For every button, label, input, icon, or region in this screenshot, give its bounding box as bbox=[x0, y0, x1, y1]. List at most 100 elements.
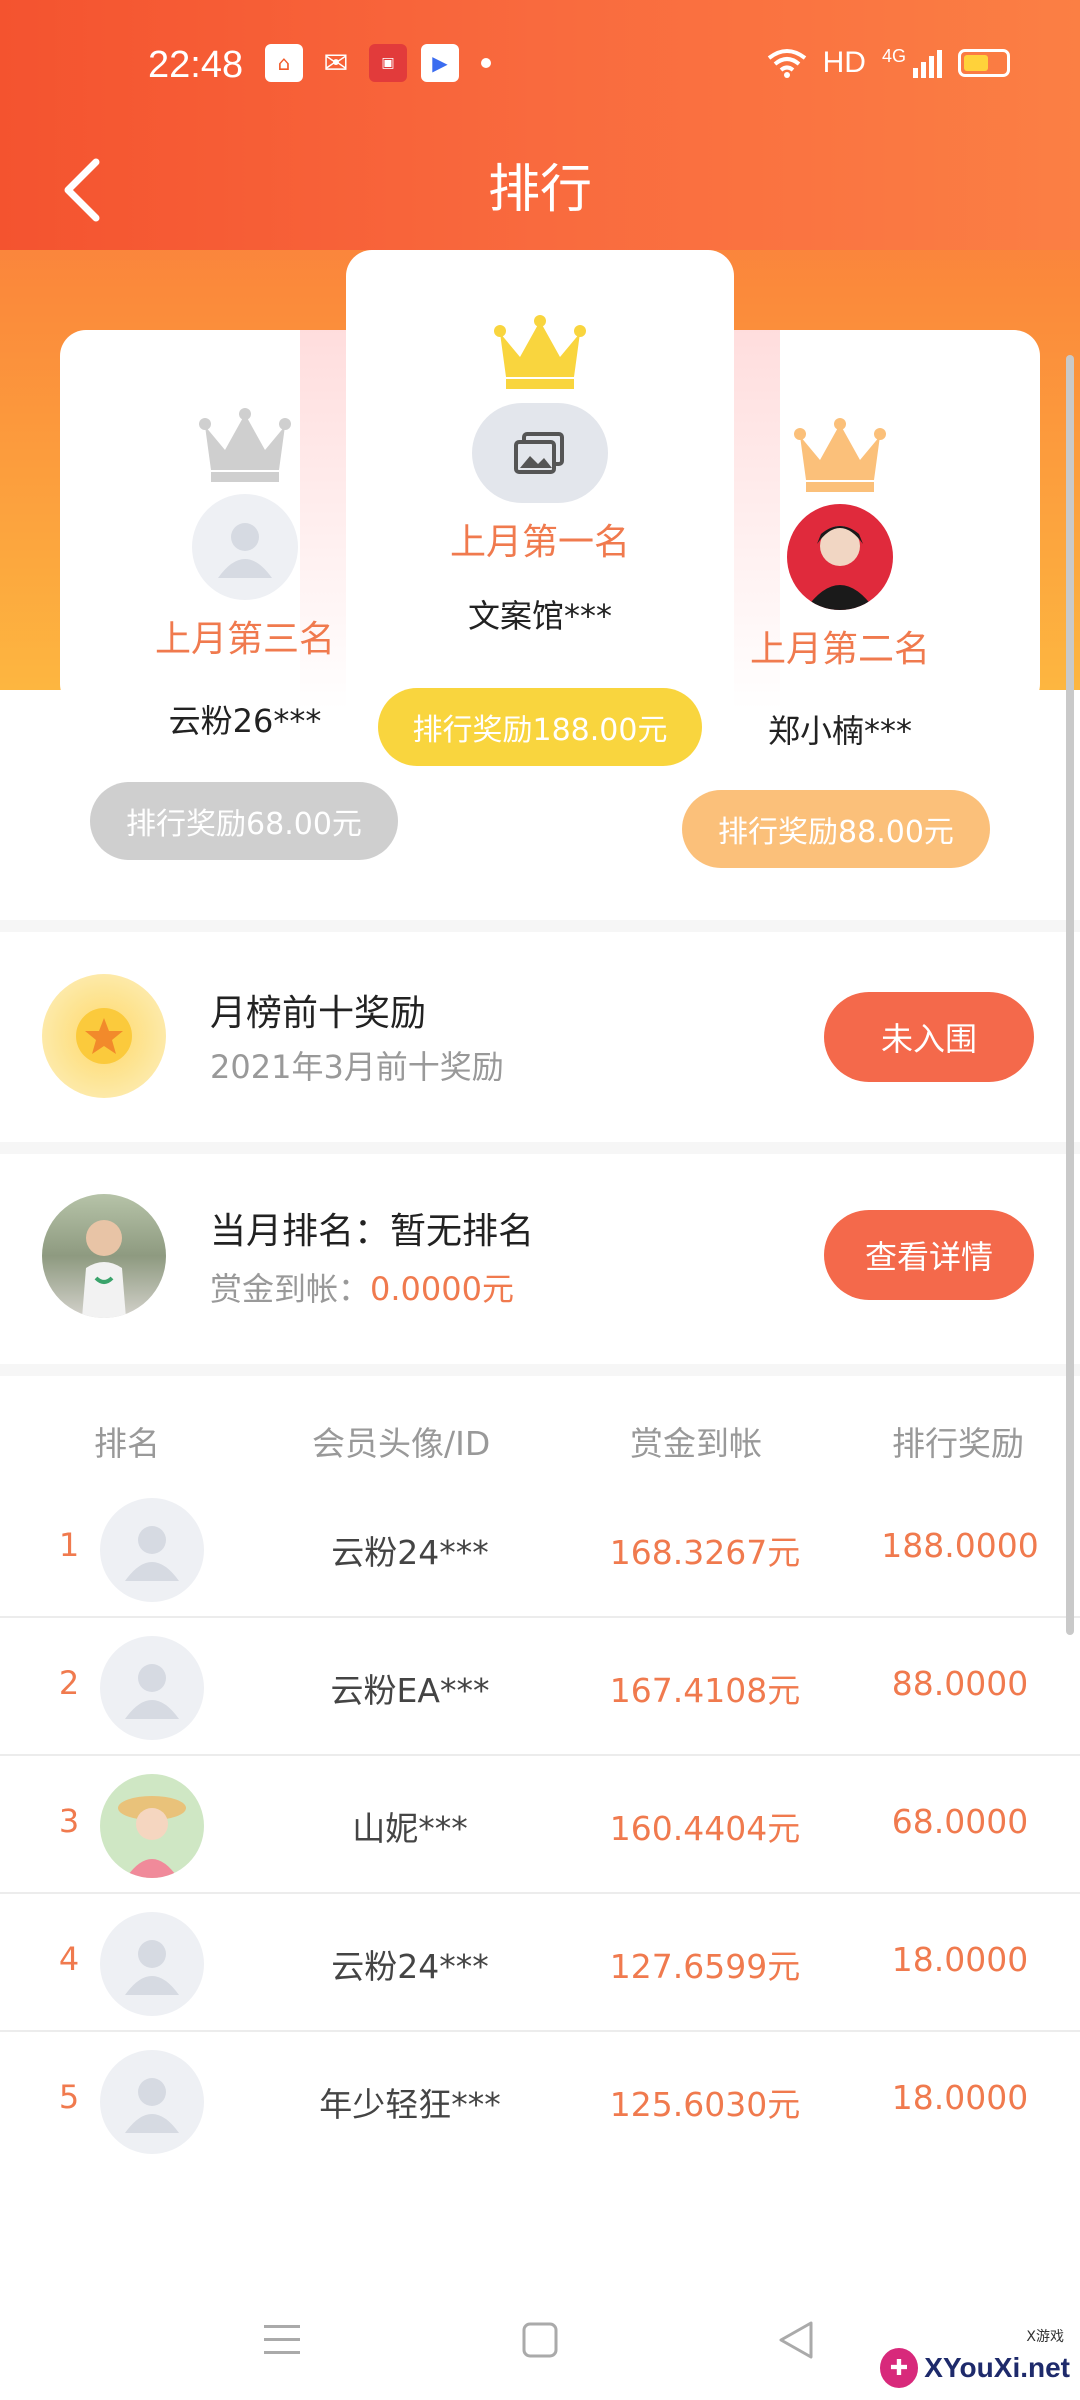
menu-button[interactable] bbox=[252, 2310, 312, 2370]
user-avatar-image bbox=[118, 1796, 186, 1878]
bounty-amount: 160.4404元 bbox=[609, 1809, 801, 1848]
ranking-table-header: 排名 会员头像/ID 赏金到帐 排行奖励 bbox=[0, 1405, 1080, 1475]
col-header-reward: 排行奖励 bbox=[892, 1424, 1024, 1463]
avatar bbox=[472, 403, 608, 503]
user-avatar-image bbox=[805, 526, 875, 610]
section-divider bbox=[0, 1364, 1080, 1376]
reward-pill-second: 排行奖励88.00元 bbox=[682, 790, 990, 868]
top10-title: 月榜前十奖励 bbox=[210, 993, 427, 1034]
col-header-bounty: 赏金到帐 bbox=[630, 1424, 762, 1463]
user-placeholder-icon bbox=[125, 1940, 179, 1995]
status-time: 22:48 bbox=[148, 44, 244, 86]
notification-icons: ⌂ ✉ ▣ ▶ bbox=[265, 44, 491, 82]
silver-crown-icon bbox=[199, 408, 291, 482]
view-details-button[interactable]: 查看详情 bbox=[824, 1210, 1034, 1300]
watermark-text: XYouXi.net bbox=[924, 2352, 1070, 2383]
avatar bbox=[100, 1636, 204, 1740]
user-placeholder-icon bbox=[125, 1526, 179, 1581]
col-header-rank: 排名 bbox=[94, 1424, 160, 1463]
back-nav-button[interactable] bbox=[766, 2310, 826, 2370]
signal-type-label: 4G bbox=[881, 45, 906, 66]
table-row: 3 山妮*** 160.4404元 68.0000 bbox=[0, 1756, 1080, 1894]
gold-crown-icon bbox=[494, 315, 586, 389]
reward-pill-first: 排行奖励188.00元 bbox=[378, 688, 702, 766]
watermark-logo-icon: ✚ bbox=[880, 2348, 919, 2388]
home-button[interactable] bbox=[510, 2310, 570, 2370]
bounty-label: 赏金到帐： bbox=[210, 1270, 371, 1308]
rank-username: 文案馆*** bbox=[467, 597, 612, 635]
wechat-icon: ✉ bbox=[323, 45, 349, 81]
top-nav: 排行 bbox=[0, 130, 1080, 250]
home-square-icon bbox=[522, 2322, 558, 2358]
rank-title: 上月第一名 bbox=[449, 522, 630, 563]
row-rank: 3 bbox=[58, 1802, 80, 1840]
podium-second: 上月第二名 郑小楠*** bbox=[685, 418, 995, 752]
member-id: 云粉EA*** bbox=[330, 1671, 490, 1710]
rank-reward: 18.0000 bbox=[891, 1940, 1029, 1979]
scrollbar[interactable] bbox=[1066, 355, 1074, 1635]
back-triangle-icon bbox=[779, 2321, 813, 2359]
avatar bbox=[100, 1912, 204, 2016]
row-rank: 1 bbox=[58, 1526, 80, 1564]
podium-first: 上月第一名 文案馆*** bbox=[346, 315, 734, 637]
user-avatar-image bbox=[82, 1220, 126, 1318]
page-title: 排行 bbox=[487, 160, 592, 220]
table-row: 5 年少轻狂*** 125.6030元 18.0000 bbox=[0, 2032, 1080, 2170]
bronze-crown-icon bbox=[794, 418, 886, 492]
rank-reward: 188.0000 bbox=[881, 1526, 1039, 1565]
col-header-member: 会员头像/ID bbox=[312, 1424, 491, 1463]
podium-third: 上月第三名 云粉26*** bbox=[90, 408, 400, 742]
rank-reward: 18.0000 bbox=[891, 2078, 1029, 2117]
rank-reward: 68.0000 bbox=[891, 1802, 1029, 1841]
rank-title: 上月第三名 bbox=[154, 619, 335, 660]
network-type-label: HD bbox=[822, 46, 866, 79]
current-rank-row: 当月排名：暂无排名 赏金到帐：0.0000元 查看详情 bbox=[0, 1154, 1080, 1364]
table-row: 2 云粉EA*** 167.4108元 88.0000 bbox=[0, 1618, 1080, 1756]
row-rank: 2 bbox=[58, 1664, 80, 1702]
avatar bbox=[192, 494, 298, 600]
member-id: 云粉24*** bbox=[331, 1947, 489, 1986]
app-notification-icon: ▣ bbox=[369, 44, 407, 82]
avatar bbox=[787, 504, 893, 610]
row-rank: 5 bbox=[58, 2078, 80, 2116]
top10-subtitle: 2021年3月前十奖励 bbox=[210, 1048, 504, 1086]
bounty-amount: 167.4108元 bbox=[609, 1671, 801, 1710]
user-placeholder-icon bbox=[125, 1664, 179, 1719]
wifi-icon bbox=[767, 49, 806, 78]
bounty-line: 赏金到帐：0.0000元 bbox=[210, 1264, 514, 1310]
site-watermark: ✚ XYouXi.net X游戏 bbox=[880, 2329, 1070, 2396]
row-rank: 4 bbox=[58, 1940, 80, 1978]
app-notification-icon: ⌂ bbox=[265, 44, 303, 82]
more-notifications-dot bbox=[481, 58, 491, 68]
current-rank-label: 当月排名：暂无排名 bbox=[210, 1211, 535, 1252]
top10-reward-row: 月榜前十奖励 2021年3月前十奖励 未入围 bbox=[0, 932, 1080, 1142]
image-placeholder-icon bbox=[514, 432, 564, 474]
menu-icon bbox=[264, 2325, 300, 2354]
bounty-amount: 168.3267元 bbox=[609, 1533, 801, 1572]
avatar bbox=[100, 2050, 204, 2154]
user-placeholder-icon bbox=[218, 523, 272, 578]
member-id: 山妮*** bbox=[352, 1809, 468, 1848]
member-id: 年少轻狂*** bbox=[319, 2085, 501, 2124]
rank-reward: 88.0000 bbox=[891, 1664, 1029, 1703]
table-row: 1 云粉24*** 168.3267元 188.0000 bbox=[0, 1480, 1080, 1618]
video-app-icon: ▶ bbox=[421, 44, 459, 82]
not-qualified-button[interactable]: 未入围 bbox=[824, 992, 1034, 1082]
bounty-amount: 127.6599元 bbox=[609, 1947, 801, 1986]
avatar bbox=[100, 1774, 204, 1878]
signal-icon bbox=[913, 50, 942, 78]
bounty-amount: 125.6030元 bbox=[609, 2085, 801, 2124]
medal-icon bbox=[42, 974, 166, 1098]
section-divider bbox=[0, 920, 1080, 932]
rank-title: 上月第二名 bbox=[749, 629, 930, 670]
table-row: 4 云粉24*** 127.6599元 18.0000 bbox=[0, 1894, 1080, 2032]
avatar bbox=[100, 1498, 204, 1602]
rank-username: 郑小楠*** bbox=[767, 712, 912, 750]
status-bar: 22:48 ⌂ ✉ ▣ ▶ HD 4G bbox=[0, 0, 1080, 130]
user-placeholder-icon bbox=[125, 2078, 179, 2133]
avatar bbox=[42, 1194, 166, 1318]
battery-icon bbox=[958, 49, 1010, 77]
rank-username: 云粉26*** bbox=[168, 702, 322, 740]
watermark-small-text: X游戏 bbox=[1026, 2329, 1064, 2345]
reward-pill-third: 排行奖励68.00元 bbox=[90, 782, 398, 860]
